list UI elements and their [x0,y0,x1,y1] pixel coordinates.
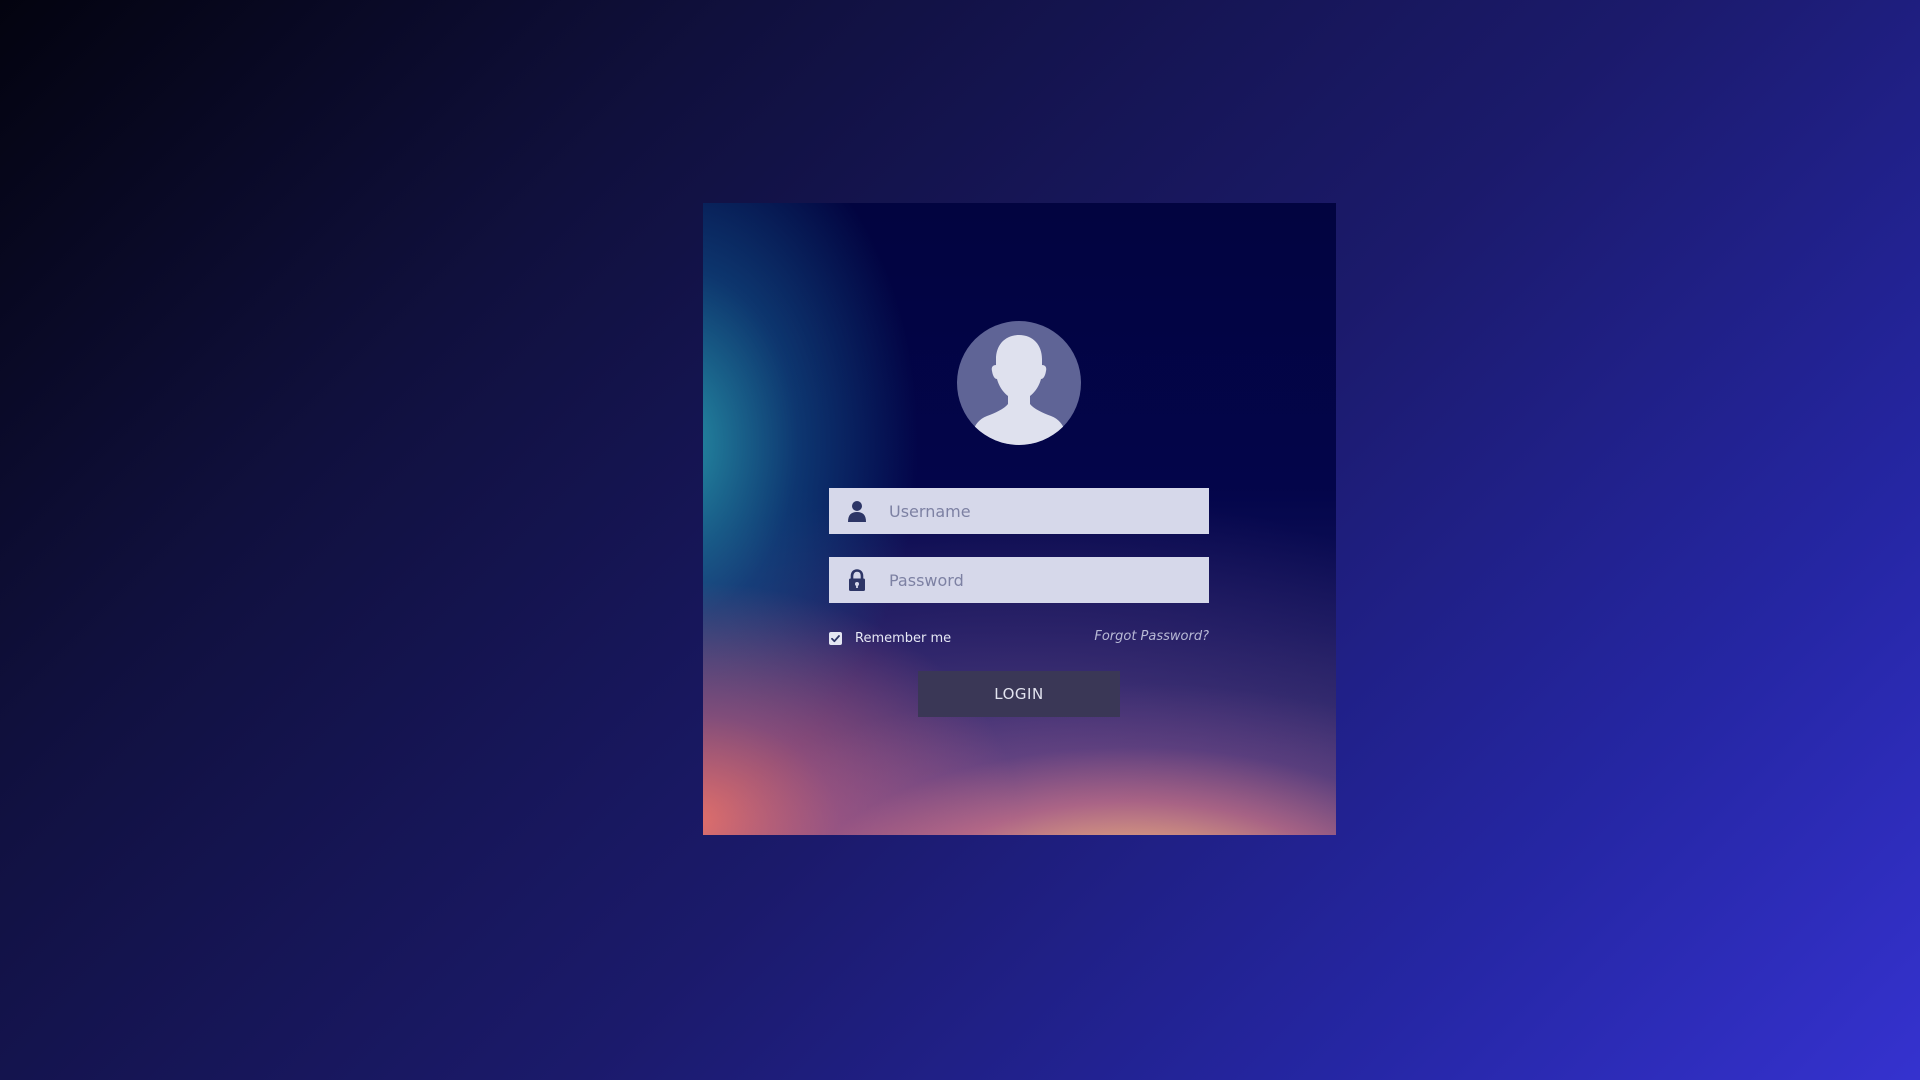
username-field[interactable] [829,488,1209,534]
check-icon [831,634,840,642]
avatar [957,321,1081,445]
remember-me-checkbox[interactable] [829,631,842,645]
username-input[interactable] [889,488,1199,534]
password-field[interactable] [829,557,1209,603]
lock-icon [847,569,867,591]
user-avatar-icon [973,335,1065,445]
remember-me-label: Remember me [855,630,952,646]
login-button[interactable]: LOGIN [918,671,1120,717]
password-input[interactable] [889,557,1199,603]
login-card: Remember me Forgot Password? LOGIN [703,203,1336,835]
forgot-password-link[interactable]: Forgot Password? [1094,629,1209,644]
user-icon [847,500,867,522]
remember-me[interactable]: Remember me [829,628,951,648]
